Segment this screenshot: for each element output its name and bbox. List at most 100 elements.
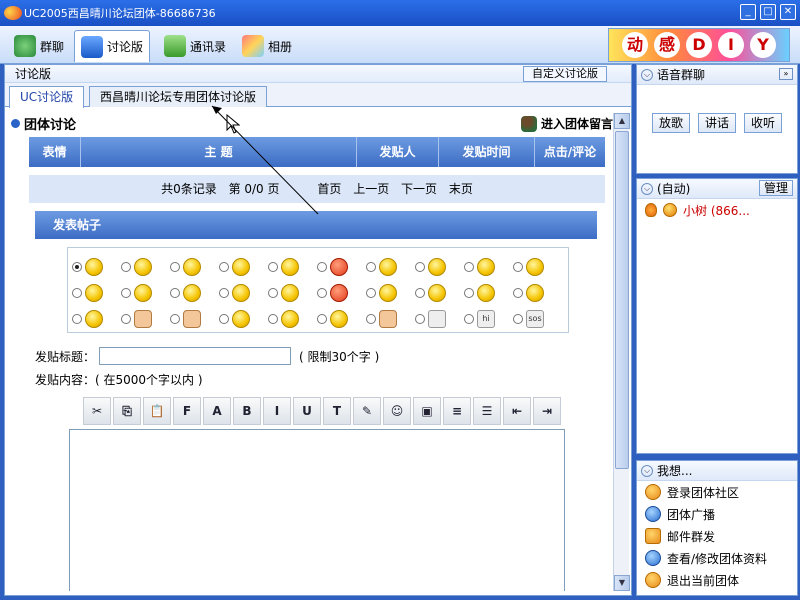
emoticon-radio[interactable] [415, 262, 425, 272]
font-icon[interactable]: F [173, 397, 201, 425]
emoticon-radio[interactable] [415, 314, 425, 324]
enter-message-link[interactable]: 进入团体留言 [520, 115, 613, 132]
emoticon-option[interactable] [219, 254, 268, 280]
collapse-icon[interactable]: ⌵ [641, 464, 653, 477]
emoticon-radio[interactable] [219, 288, 229, 298]
manage-button[interactable]: 管理 [758, 180, 793, 196]
col-clicks[interactable]: 点击/评论 [535, 137, 605, 167]
play-song-button[interactable]: 放歌 [651, 113, 690, 133]
emoticon-option[interactable] [170, 254, 219, 280]
emoticon-option[interactable] [366, 306, 415, 332]
emoticon-option[interactable] [464, 280, 513, 306]
emoticon-radio[interactable] [72, 314, 82, 324]
emoticon-option[interactable] [170, 280, 219, 306]
action-leave-team[interactable]: 退出当前团体 [637, 569, 797, 591]
underline-icon[interactable]: U [293, 397, 321, 425]
member-item[interactable]: 小树 (866... [637, 199, 797, 221]
close-button[interactable]: ✕ [780, 4, 796, 20]
col-emoticon[interactable]: 表情 [29, 137, 81, 167]
emoticon-radio[interactable] [72, 288, 82, 298]
emoticon-option[interactable] [219, 280, 268, 306]
highlight-icon[interactable]: ✎ [353, 397, 381, 425]
emoticon-option[interactable] [219, 306, 268, 332]
emoticon-option[interactable] [72, 254, 121, 280]
emoticon-radio[interactable] [513, 314, 523, 324]
emoticon-radio[interactable] [170, 262, 180, 272]
col-author[interactable]: 发贴人 [357, 137, 439, 167]
cut-icon[interactable]: ✂ [83, 397, 111, 425]
emoticon-option[interactable] [268, 306, 317, 332]
emoticon-radio[interactable] [268, 314, 278, 324]
first-page-link[interactable]: 首页 [317, 182, 341, 196]
emoticon-option[interactable] [415, 280, 464, 306]
indent-icon[interactable]: ⇥ [533, 397, 561, 425]
col-post-time[interactable]: 发贴时间 [439, 137, 535, 167]
emoticon-radio[interactable] [317, 262, 327, 272]
action-mass-mail[interactable]: 邮件群发 [637, 525, 797, 547]
emoticon-option[interactable] [121, 280, 170, 306]
scroll-down-arrow-icon[interactable]: ▼ [614, 575, 630, 591]
insert-image-icon[interactable]: ▣ [413, 397, 441, 425]
emoticon-option[interactable] [268, 280, 317, 306]
emoticon-radio[interactable] [464, 262, 474, 272]
last-page-link[interactable]: 末页 [449, 182, 473, 196]
prev-page-link[interactable]: 上一页 [353, 182, 389, 196]
emoticon-option[interactable] [366, 254, 415, 280]
paste-icon[interactable]: 📋 [143, 397, 171, 425]
bold-icon[interactable]: B [233, 397, 261, 425]
font-size-icon[interactable]: A [203, 397, 231, 425]
emoticon-radio[interactable] [268, 288, 278, 298]
outdent-icon[interactable]: ⇤ [503, 397, 531, 425]
promo-banner[interactable]: 动 感 D I Y [608, 28, 790, 62]
text-color-icon[interactable]: T [323, 397, 351, 425]
action-edit-team-info[interactable]: 查看/修改团体资料 [637, 547, 797, 569]
emoticon-radio[interactable] [121, 288, 131, 298]
scroll-thumb[interactable] [615, 131, 629, 469]
emoticon-radio[interactable] [170, 314, 180, 324]
subject-input[interactable] [99, 347, 292, 365]
emoticon-radio[interactable] [317, 288, 327, 298]
action-login-community[interactable]: 登录团体社区 [637, 481, 797, 503]
content-editor[interactable] [69, 429, 565, 591]
emoticon-option[interactable] [121, 306, 170, 332]
align-icon[interactable]: ≡ [443, 397, 471, 425]
tab-group-chat[interactable]: 群聊 [8, 30, 70, 62]
emoticon-option[interactable] [464, 254, 513, 280]
emoticon-radio[interactable] [268, 262, 278, 272]
emoticon-icon[interactable]: ☺ [383, 397, 411, 425]
custom-board-button[interactable]: 自定义讨论版 [523, 66, 607, 82]
emoticon-radio[interactable] [464, 314, 474, 324]
tab-photo-album[interactable]: 相册 [236, 30, 298, 62]
emoticon-radio[interactable] [366, 288, 376, 298]
emoticon-option[interactable]: hi [464, 306, 513, 332]
emoticon-radio[interactable] [219, 262, 229, 272]
collapse-icon[interactable]: ⌵ [641, 68, 653, 81]
emoticon-radio[interactable] [513, 262, 523, 272]
list-icon[interactable]: ☰ [473, 397, 501, 425]
emoticon-option[interactable] [513, 280, 562, 306]
emoticon-radio[interactable] [366, 262, 376, 272]
emoticon-option[interactable] [366, 280, 415, 306]
emoticon-radio[interactable] [121, 262, 131, 272]
emoticon-option[interactable] [317, 280, 366, 306]
emoticon-radio[interactable] [513, 288, 523, 298]
emoticon-option[interactable] [317, 306, 366, 332]
emoticon-option[interactable] [513, 254, 562, 280]
emoticon-option[interactable] [72, 306, 121, 332]
emoticon-option[interactable]: sos [513, 306, 562, 332]
col-subject[interactable]: 主 题 [81, 137, 357, 167]
action-broadcast[interactable]: 团体广播 [637, 503, 797, 525]
minimize-button[interactable]: _ [740, 4, 756, 20]
subtab-uc-board[interactable]: UC讨论版 [9, 86, 85, 108]
maximize-button[interactable]: □ [760, 4, 776, 20]
emoticon-radio[interactable] [415, 288, 425, 298]
tab-discussion-board[interactable]: 讨论版 [74, 30, 151, 62]
talk-button[interactable]: 讲话 [697, 113, 736, 133]
collapse-icon[interactable]: ⌵ [641, 182, 653, 195]
emoticon-radio[interactable] [72, 262, 82, 272]
emoticon-radio[interactable] [170, 288, 180, 298]
emoticon-radio[interactable] [317, 314, 327, 324]
emoticon-option[interactable] [317, 254, 366, 280]
emoticon-option[interactable] [415, 306, 464, 332]
scroll-up-arrow-icon[interactable]: ▲ [614, 113, 630, 129]
